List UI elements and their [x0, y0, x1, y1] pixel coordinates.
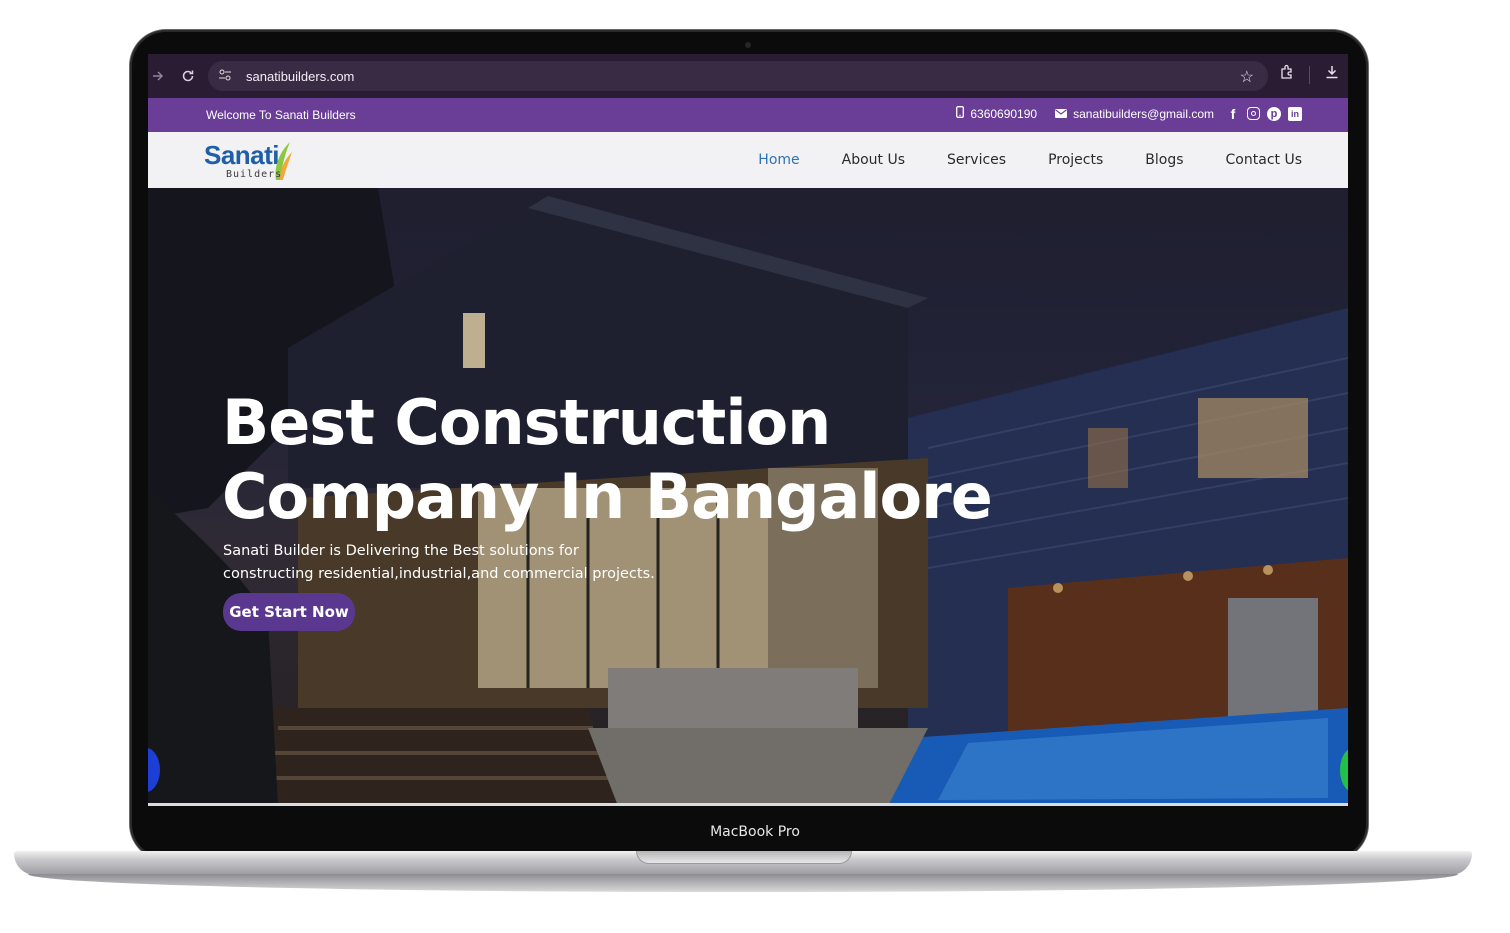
nav-item-home[interactable]: Home: [758, 152, 799, 168]
site-settings-icon[interactable]: [218, 69, 238, 84]
hero-title: Best Construction Company In Bangalore: [222, 386, 993, 533]
laptop-base-foot: [28, 874, 1458, 892]
site-logo[interactable]: Sanati Builders: [204, 138, 304, 184]
toolbar-divider: [1309, 65, 1310, 84]
welcome-text: Welcome To Sanati Builders: [206, 108, 356, 122]
laptop-lid-notch: [636, 851, 852, 864]
download-icon[interactable]: [1324, 64, 1340, 85]
laptop-screen: sanatibuilders.com ☆ Welcome To Sanati B…: [148, 54, 1348, 806]
email-address[interactable]: sanatibuilders@gmail.com: [1073, 107, 1214, 121]
linkedin-icon[interactable]: in: [1288, 106, 1302, 121]
browser-toolbar: sanatibuilders.com ☆: [148, 54, 1348, 98]
logo-wordmark: Sanati: [204, 140, 280, 170]
get-started-button[interactable]: Get Start Now: [223, 593, 355, 631]
nav-item-about-us[interactable]: About Us: [842, 152, 905, 168]
hero-section: Best Construction Company In Bangalore S…: [148, 188, 1348, 806]
pinterest-icon[interactable]: p: [1267, 106, 1281, 121]
logo-subtitle: Builders: [226, 169, 283, 180]
hero-subtitle: Sanati Builder is Delivering the Best so…: [223, 543, 655, 582]
nav-item-projects[interactable]: Projects: [1048, 152, 1103, 168]
device-label: MacBook Pro: [710, 824, 800, 840]
bookmark-star-icon[interactable]: ☆: [1240, 67, 1254, 87]
forward-icon[interactable]: [148, 62, 172, 90]
hero-bottom-divider: [148, 803, 1348, 806]
phone-icon: [956, 106, 965, 121]
top-contact-bar: Welcome To Sanati Builders 6360690190 sa…: [148, 98, 1348, 132]
main-navbar: Sanati Builders Home About Us Services P…: [148, 132, 1348, 188]
nav-item-contact-us[interactable]: Contact Us: [1226, 152, 1302, 168]
instagram-icon[interactable]: [1247, 107, 1260, 120]
facebook-icon[interactable]: f: [1226, 106, 1240, 122]
reload-icon[interactable]: [174, 62, 202, 90]
url-text: sanatibuilders.com: [246, 68, 355, 84]
nav-menu: Home About Us Services Projects Blogs Co…: [758, 132, 1302, 188]
nav-item-blogs[interactable]: Blogs: [1145, 152, 1183, 168]
nav-item-services[interactable]: Services: [947, 152, 1006, 168]
phone-number[interactable]: 6360690190: [970, 107, 1037, 121]
email-icon: [1055, 107, 1068, 121]
extensions-icon[interactable]: [1279, 64, 1295, 85]
address-bar[interactable]: sanatibuilders.com ☆: [208, 61, 1268, 91]
camera: [745, 42, 751, 48]
